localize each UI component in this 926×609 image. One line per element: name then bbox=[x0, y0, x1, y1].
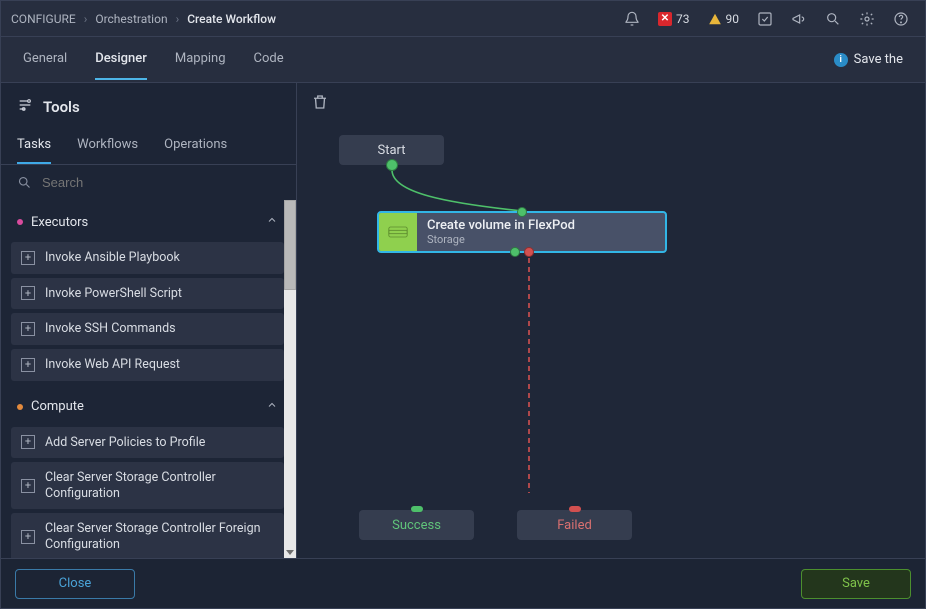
tools-tab-workflows[interactable]: Workflows bbox=[77, 127, 138, 164]
close-button[interactable]: Close bbox=[15, 569, 135, 599]
tools-panel: Tools Tasks Workflows Operations Executo… bbox=[1, 83, 297, 558]
sliders-icon bbox=[17, 97, 33, 117]
task-item-label: Clear Server Storage Controller Configur… bbox=[45, 470, 274, 501]
alerts-warning-count: 90 bbox=[726, 12, 740, 26]
node-task-title: Create volume in FlexPod bbox=[427, 218, 575, 233]
node-task-subtitle: Storage bbox=[427, 233, 575, 246]
footer: Close Save bbox=[1, 558, 925, 608]
plus-icon: + bbox=[21, 435, 35, 449]
checklist-icon[interactable] bbox=[757, 11, 773, 27]
designer-canvas[interactable]: Start Create volume in FlexPod Storage S… bbox=[297, 83, 925, 558]
chevron-up-icon bbox=[266, 399, 278, 415]
alerts-critical[interactable]: ✕ 73 bbox=[658, 12, 690, 26]
node-task-create-volume[interactable]: Create volume in FlexPod Storage bbox=[377, 211, 667, 253]
task-item[interactable]: + Invoke SSH Commands bbox=[11, 313, 284, 345]
node-end-failed[interactable]: Failed bbox=[517, 510, 632, 540]
category-header[interactable]: Executors bbox=[11, 206, 284, 238]
plus-icon: + bbox=[21, 251, 35, 265]
tools-search[interactable] bbox=[1, 165, 296, 200]
category-dot-icon bbox=[17, 404, 23, 410]
info-icon: i bbox=[834, 53, 848, 67]
alerts-critical-count: 73 bbox=[676, 12, 690, 26]
gear-icon[interactable] bbox=[859, 11, 875, 27]
task-item-label: Add Server Policies to Profile bbox=[45, 435, 205, 451]
search-icon bbox=[17, 175, 32, 190]
chevron-up-icon bbox=[266, 214, 278, 230]
task-item[interactable]: + Add Server Policies to Profile bbox=[11, 427, 284, 459]
port-out-success[interactable] bbox=[510, 247, 520, 257]
page-tabs: General Designer Mapping Code i Save the bbox=[1, 37, 925, 83]
task-item-label: Invoke PowerShell Script bbox=[45, 286, 182, 302]
top-bar: CONFIGURE › Orchestration › Create Workf… bbox=[1, 1, 925, 37]
port-out-failed[interactable] bbox=[524, 247, 534, 257]
task-item[interactable]: + Clear Server Storage Controller Foreign… bbox=[11, 513, 284, 558]
task-item-label: Invoke Ansible Playbook bbox=[45, 250, 180, 266]
tools-tab-operations[interactable]: Operations bbox=[164, 127, 227, 164]
task-item[interactable]: + Invoke PowerShell Script bbox=[11, 278, 284, 310]
chevron-right-icon: › bbox=[84, 12, 88, 26]
warning-icon bbox=[708, 12, 722, 26]
category-name: Executors bbox=[31, 215, 88, 230]
tab-code[interactable]: Code bbox=[254, 39, 284, 80]
alerts-warning[interactable]: 90 bbox=[708, 12, 740, 26]
category-name: Compute bbox=[31, 399, 84, 414]
plus-icon: + bbox=[21, 479, 35, 493]
plus-icon: + bbox=[21, 358, 35, 372]
storage-icon bbox=[379, 213, 417, 251]
plus-icon: + bbox=[21, 286, 35, 300]
task-item-label: Invoke Web API Request bbox=[45, 357, 180, 373]
node-start[interactable]: Start bbox=[339, 135, 444, 165]
breadcrumb-current: Create Workflow bbox=[187, 12, 276, 26]
tab-mapping[interactable]: Mapping bbox=[175, 39, 226, 80]
chevron-right-icon: › bbox=[176, 12, 180, 26]
port-in[interactable] bbox=[517, 207, 527, 217]
category-dot-icon bbox=[17, 219, 23, 225]
breadcrumb-mid[interactable]: Orchestration bbox=[95, 12, 167, 26]
category-header[interactable]: Compute bbox=[11, 391, 284, 423]
plus-icon: + bbox=[21, 322, 35, 336]
task-item[interactable]: + Clear Server Storage Controller Configu… bbox=[11, 462, 284, 509]
tools-title: Tools bbox=[43, 98, 80, 116]
tools-tab-tasks[interactable]: Tasks bbox=[17, 127, 51, 164]
x-icon: ✕ bbox=[658, 12, 672, 26]
plus-icon: + bbox=[21, 530, 35, 544]
node-start-label: Start bbox=[377, 143, 405, 158]
tab-general[interactable]: General bbox=[23, 39, 67, 80]
save-hint: i Save the bbox=[834, 52, 903, 67]
node-end-success[interactable]: Success bbox=[359, 510, 474, 540]
tools-search-input[interactable] bbox=[42, 175, 280, 190]
search-icon[interactable] bbox=[825, 11, 841, 27]
help-icon[interactable] bbox=[893, 11, 909, 27]
task-item-label: Clear Server Storage Controller Foreign … bbox=[45, 521, 274, 552]
save-button[interactable]: Save bbox=[801, 569, 911, 599]
node-end-success-label: Success bbox=[392, 518, 441, 533]
task-item[interactable]: + Invoke Web API Request bbox=[11, 349, 284, 381]
megaphone-icon[interactable] bbox=[791, 11, 807, 27]
bell-icon[interactable] bbox=[624, 11, 640, 27]
trash-icon[interactable] bbox=[311, 100, 329, 115]
task-item[interactable]: + Invoke Ansible Playbook bbox=[11, 242, 284, 274]
tab-designer[interactable]: Designer bbox=[95, 39, 147, 80]
breadcrumb: CONFIGURE › Orchestration › Create Workf… bbox=[11, 12, 276, 26]
breadcrumb-root[interactable]: CONFIGURE bbox=[11, 12, 76, 26]
node-end-failed-label: Failed bbox=[557, 518, 592, 533]
task-item-label: Invoke SSH Commands bbox=[45, 321, 176, 337]
